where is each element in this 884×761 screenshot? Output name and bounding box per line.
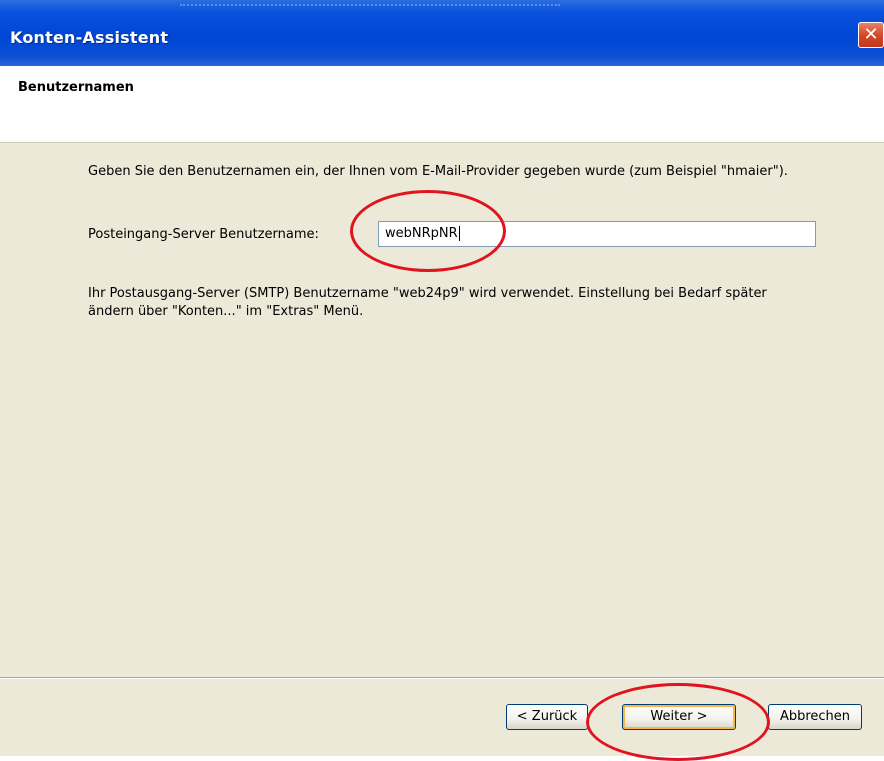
- smtp-username-note: Ihr Postausgang-Server (SMTP) Benutzerna…: [88, 286, 767, 319]
- button-separator: [0, 677, 884, 679]
- cancel-button[interactable]: Abbrechen: [768, 704, 862, 730]
- incoming-username-value: webNRpNR: [385, 226, 458, 241]
- window-title: Konten-Assistent: [10, 28, 169, 47]
- title-bar: Konten-Assistent ✕: [0, 0, 884, 66]
- incoming-username-input[interactable]: webNRpNR: [378, 221, 816, 247]
- close-button[interactable]: ✕: [858, 22, 884, 48]
- incoming-username-label: Posteingang-Server Benutzername:: [88, 227, 319, 242]
- page-title: Benutzernamen: [18, 80, 134, 95]
- back-button[interactable]: < Zurück: [506, 704, 588, 730]
- next-button[interactable]: Weiter >: [622, 704, 736, 730]
- text-caret: [458, 226, 460, 241]
- instruction-text: Geben Sie den Benutzernamen ein, der Ihn…: [88, 164, 788, 179]
- background-window-fragment: [180, 0, 560, 6]
- close-icon: ✕: [863, 24, 879, 45]
- wizard-body: Geben Sie den Benutzernamen ein, der Ihn…: [0, 143, 884, 756]
- wizard-header: Benutzernamen: [0, 66, 884, 143]
